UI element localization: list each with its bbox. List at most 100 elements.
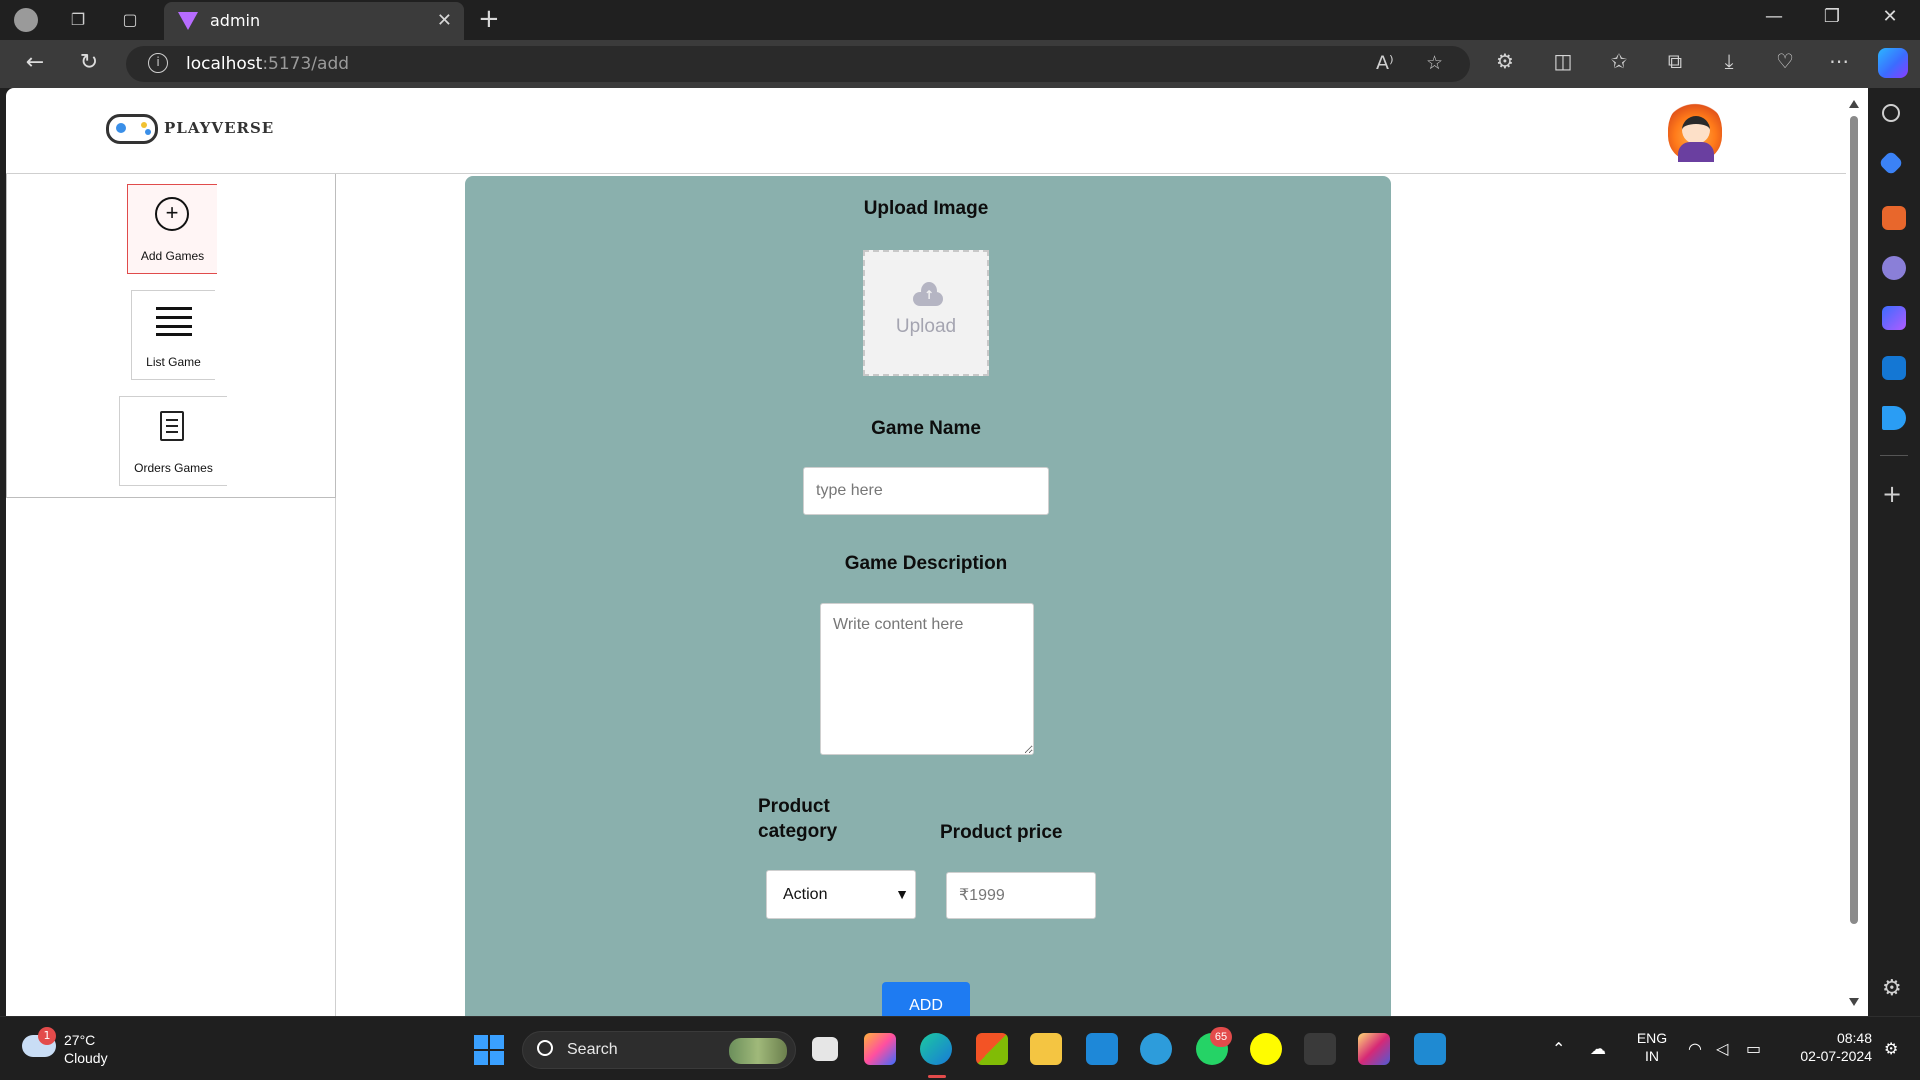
tab-close-icon[interactable]: ✕ (437, 10, 452, 31)
vscode-icon[interactable] (1414, 1033, 1446, 1065)
game-name-input[interactable] (803, 467, 1049, 515)
tools-icon[interactable] (1882, 206, 1906, 230)
add-sidebar-app-icon[interactable]: + (1882, 482, 1902, 506)
tab-admin[interactable]: admin ✕ (164, 2, 464, 40)
whatsapp-badge: 65 (1210, 1027, 1232, 1047)
weather-condition: Cloudy (64, 1050, 108, 1066)
category-selected-value: Action (783, 886, 828, 903)
add-button[interactable]: ADD (882, 982, 970, 1016)
get-help-icon[interactable] (1140, 1033, 1172, 1065)
taskbar-search[interactable]: Search (522, 1031, 796, 1069)
clock-date: 02-07-2024 (1800, 1048, 1872, 1064)
games-icon[interactable] (1882, 256, 1906, 280)
back-button[interactable]: ← (20, 50, 50, 75)
wifi-icon[interactable]: ◠ (1688, 1039, 1702, 1058)
battery-icon[interactable]: ▭ (1746, 1039, 1761, 1058)
product-price-label: Product price (940, 822, 1063, 843)
scroll-down-arrow[interactable] (1849, 998, 1859, 1006)
weather-widget[interactable]: 27°C Cloudy (64, 1031, 108, 1067)
image-upload-area[interactable]: ↑ Upload (863, 250, 989, 376)
search-label: Search (567, 1041, 618, 1058)
windows-start-icon[interactable] (474, 1035, 504, 1065)
snapchat-icon[interactable] (1250, 1033, 1282, 1065)
sidebar-item-label: List Game (146, 355, 201, 369)
microsoft-store-icon[interactable] (976, 1033, 1008, 1065)
split-screen-icon[interactable]: ◫ (1548, 49, 1578, 73)
url-text[interactable]: localhost:5173/add (186, 54, 349, 74)
product-price-input[interactable] (946, 872, 1096, 919)
avatar[interactable] (1660, 98, 1730, 166)
language-line1: ENG (1636, 1030, 1668, 1046)
search-highlight-image (729, 1038, 787, 1064)
scroll-up-arrow[interactable] (1849, 100, 1859, 108)
scroll-thumb[interactable] (1850, 116, 1858, 924)
notifications-icon[interactable]: ⚙ (1884, 1039, 1898, 1058)
restore-button[interactable]: ❐ (1810, 6, 1854, 27)
admin-sidebar: + Add Games List Game Orders Games (6, 174, 336, 1016)
sidebar-item-add-games[interactable]: + Add Games (127, 184, 217, 274)
minimize-button[interactable]: — (1752, 6, 1796, 27)
file-explorer-icon[interactable] (1030, 1033, 1062, 1065)
game-description-textarea[interactable] (820, 603, 1034, 755)
search-icon (537, 1040, 553, 1056)
instagram-icon[interactable] (1358, 1033, 1390, 1065)
tab-actions-icon[interactable]: ▢ (118, 8, 142, 32)
page-scrollbar[interactable] (1848, 94, 1860, 1010)
sidebar-divider (1880, 455, 1908, 456)
close-window-button[interactable]: ✕ (1868, 6, 1912, 27)
game-description-label: Game Description (844, 553, 1008, 574)
product-category-select[interactable]: Action ▼ (766, 870, 916, 919)
avatar-body (1678, 142, 1714, 162)
sidebar-item-list-game[interactable]: List Game (131, 290, 215, 380)
plus-circle-icon: + (155, 197, 189, 231)
more-menu-icon[interactable]: ⋯ (1824, 49, 1854, 73)
clock[interactable]: 08:48 02-07-2024 (1782, 1029, 1872, 1065)
profile-icon[interactable] (14, 8, 38, 32)
task-view-icon[interactable] (812, 1037, 838, 1061)
shopping-tag-icon[interactable] (1878, 150, 1904, 176)
new-tab-button[interactable]: + (478, 4, 500, 34)
onedrive-cloud-icon[interactable]: ☁ (1590, 1039, 1606, 1058)
read-aloud-icon[interactable]: A⁾ (1376, 52, 1394, 74)
order-document-icon (160, 411, 184, 441)
url-path: :5173/add (262, 54, 350, 74)
myhp-icon[interactable] (1086, 1033, 1118, 1065)
copilot-icon[interactable] (1878, 48, 1908, 78)
upload-text: Upload (895, 316, 957, 337)
language-indicator[interactable]: ENG IN (1632, 1029, 1672, 1065)
sidebar-item-label: Orders Games (134, 461, 213, 475)
favorites-icon[interactable]: ✩ (1604, 49, 1634, 73)
search-icon[interactable] (1882, 104, 1900, 122)
address-bar[interactable]: i localhost:5173/add A⁾ ☆ (126, 46, 1470, 82)
site-info-icon[interactable]: i (148, 53, 168, 73)
refresh-button[interactable]: ↻ (74, 50, 104, 75)
sidebar-item-label: Add Games (140, 249, 205, 263)
gamepad-icon (106, 114, 158, 144)
favorite-star-icon[interactable]: ☆ (1426, 52, 1443, 74)
collections-icon[interactable]: ⧉ (1660, 49, 1690, 73)
amazon-icon[interactable] (1304, 1033, 1336, 1065)
browser-toolbar: ← ↻ i localhost:5173/add A⁾ ☆ ⚙ ◫ ✩ ⧉ ⤓ … (0, 40, 1920, 88)
edge-browser-icon[interactable] (920, 1033, 952, 1065)
url-host: localhost (186, 54, 263, 74)
send-icon[interactable] (1882, 406, 1906, 430)
weather-badge: 1 (38, 1027, 56, 1045)
workspaces-icon[interactable]: ❐ (66, 8, 90, 32)
copilot-app-icon[interactable] (864, 1033, 896, 1065)
extensions-icon[interactable]: ⚙ (1490, 49, 1520, 73)
browser-titlebar: ❐ ▢ admin ✕ + — ❐ ✕ (0, 0, 1920, 40)
outlook-icon[interactable] (1882, 356, 1906, 380)
chevron-down-icon: ▼ (895, 886, 909, 902)
settings-gear-icon[interactable]: ⚙ (1882, 976, 1902, 1001)
browser-essentials-icon[interactable]: ♡ (1770, 49, 1800, 73)
sidebar-item-orders-games[interactable]: Orders Games (119, 396, 227, 486)
microsoft-365-icon[interactable] (1882, 306, 1906, 330)
list-icon (156, 305, 192, 336)
sidebar-menu: + Add Games List Game Orders Games (6, 174, 336, 498)
volume-icon[interactable]: ◁ (1716, 1039, 1728, 1058)
clock-time: 08:48 (1836, 1030, 1872, 1046)
downloads-icon[interactable]: ⤓ (1714, 49, 1744, 73)
active-app-indicator (928, 1075, 946, 1078)
tab-title: admin (210, 11, 261, 30)
show-hidden-icons-chevron-icon[interactable]: ⌃ (1552, 1039, 1565, 1058)
